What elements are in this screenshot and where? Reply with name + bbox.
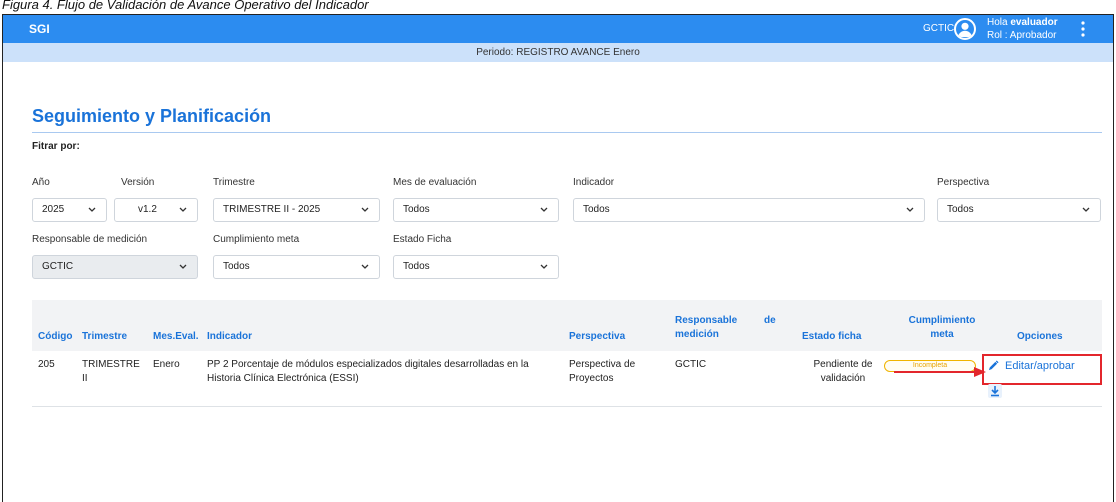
org-label: GCTIC xyxy=(923,23,955,34)
filter-month-label: Mes de evaluación xyxy=(393,177,477,188)
filter-status-label: Estado Ficha xyxy=(393,234,452,245)
th-status: Estado ficha xyxy=(802,331,862,342)
app-window: SGI GCTIC Hola evaluador Rol : Aprobador… xyxy=(2,14,1114,502)
download-button[interactable] xyxy=(988,384,1002,398)
chevron-down-icon xyxy=(179,207,187,212)
cell-quarter-line1: TRIMESTRE xyxy=(82,359,140,370)
chevron-down-icon xyxy=(540,264,548,269)
cell-quarter: TRIMESTRE II xyxy=(82,358,140,386)
top-navbar: SGI GCTIC Hola evaluador Rol : Aprobador xyxy=(3,15,1113,43)
version-select-value: v1.2 xyxy=(138,204,157,215)
pencil-icon xyxy=(988,360,999,371)
app-name[interactable]: SGI xyxy=(29,22,50,36)
table-row: 205 TRIMESTRE II Enero PP 2 Porcentaje d… xyxy=(32,351,1102,407)
page-title: Seguimiento y Planificación xyxy=(32,106,272,126)
avatar-user-icon[interactable] xyxy=(954,18,976,40)
cell-month: Enero xyxy=(153,359,180,370)
filter-responsible-label: Responsable de medición xyxy=(32,234,148,245)
chevron-down-icon xyxy=(361,207,369,212)
chevron-down-icon xyxy=(179,264,187,269)
month-select-value: Todos xyxy=(403,204,430,215)
user-role: Rol : Aprobador xyxy=(987,30,1057,41)
edit-approve-label: Editar/aprobar xyxy=(1005,360,1075,372)
cell-perspective-line1: Perspectiva de xyxy=(569,359,636,370)
chevron-down-icon xyxy=(906,207,914,212)
cell-perspective-line2: Proyectos xyxy=(569,373,614,384)
cell-quarter-line2: II xyxy=(82,373,88,384)
table-header: Código Trimestre Mes.Eval. Indicador Per… xyxy=(32,300,1102,351)
th-quarter: Trimestre xyxy=(82,331,128,342)
responsible-select-value: GCTIC xyxy=(42,261,74,272)
cell-perspective: Perspectiva de Proyectos xyxy=(569,358,635,386)
month-select[interactable]: Todos xyxy=(393,198,559,222)
responsible-select: GCTIC xyxy=(32,255,198,279)
th-indicator: Indicador xyxy=(207,331,253,342)
chevron-down-icon xyxy=(540,207,548,212)
filter-year-label: Año xyxy=(32,177,50,188)
cell-status-line2: validación xyxy=(820,373,866,384)
edit-approve-button[interactable]: Editar/aprobar xyxy=(988,360,1075,372)
th-goal-2: meta xyxy=(930,329,954,340)
filter-perspective-label: Perspectiva xyxy=(937,177,990,188)
th-responsible-1: Responsable xyxy=(675,315,738,326)
year-select-value: 2025 xyxy=(42,204,65,215)
cell-indicator-line2: Historia Clínica Electrónica (ESSI) xyxy=(207,373,359,384)
quarter-select[interactable]: TRIMESTRE II - 2025 xyxy=(213,198,380,222)
cell-indicator-line1: PP 2 Porcentaje de módulos especializado… xyxy=(207,359,529,370)
chevron-down-icon xyxy=(88,207,96,212)
year-select[interactable]: 2025 xyxy=(32,198,107,222)
status-select-value: Todos xyxy=(403,261,430,272)
filter-quarter-label: Trimestre xyxy=(213,177,255,188)
th-options: Opciones xyxy=(1017,331,1063,342)
chevron-down-icon xyxy=(1082,207,1090,212)
results-table: Código Trimestre Mes.Eval. Indicador Per… xyxy=(32,300,1102,422)
th-month: Mes.Eval. xyxy=(153,331,199,342)
period-banner: Periodo: REGISTRO AVANCE Enero xyxy=(3,43,1113,62)
figure-caption: Figura 4. Flujo de Validación de Avance … xyxy=(0,0,1116,14)
download-icon xyxy=(991,386,999,397)
filter-goal-label: Cumplimiento meta xyxy=(213,234,300,245)
cell-code: 205 xyxy=(38,359,55,370)
user-greeting: Hola evaluador Rol : Aprobador xyxy=(987,16,1058,42)
perspective-select-value: Todos xyxy=(947,204,974,215)
version-select[interactable]: v1.2 xyxy=(114,198,198,222)
filter-version-label: Versión xyxy=(121,177,155,188)
red-arrow-icon xyxy=(894,367,986,377)
cell-status-line1: Pendiente de xyxy=(813,359,873,370)
th-responsible-de: de xyxy=(764,315,776,326)
perspective-select[interactable]: Todos xyxy=(937,198,1101,222)
cell-status: Pendiente de validación xyxy=(802,358,884,386)
goal-select[interactable]: Todos xyxy=(213,255,380,279)
th-goal-1: Cumplimiento xyxy=(908,315,976,326)
cell-responsible: GCTIC xyxy=(675,359,707,370)
filter-indicator-label: Indicador xyxy=(573,177,615,188)
indicator-select-value: Todos xyxy=(583,204,610,215)
goal-select-value: Todos xyxy=(223,261,250,272)
kebab-menu-icon[interactable] xyxy=(1079,20,1087,38)
indicator-select[interactable]: Todos xyxy=(573,198,925,222)
filter-by-label: Fitrar por: xyxy=(32,141,80,152)
status-select[interactable]: Todos xyxy=(393,255,559,279)
th-code: Código xyxy=(38,331,73,342)
title-divider xyxy=(32,132,1102,133)
greeting-prefix: Hola xyxy=(987,17,1011,28)
user-name: evaluador xyxy=(1010,17,1058,28)
th-perspective: Perspectiva xyxy=(569,331,626,342)
cell-indicator: PP 2 Porcentaje de módulos especializado… xyxy=(207,358,529,386)
chevron-down-icon xyxy=(361,264,369,269)
quarter-select-value: TRIMESTRE II - 2025 xyxy=(223,204,321,215)
th-responsible-2: medición xyxy=(675,329,719,340)
